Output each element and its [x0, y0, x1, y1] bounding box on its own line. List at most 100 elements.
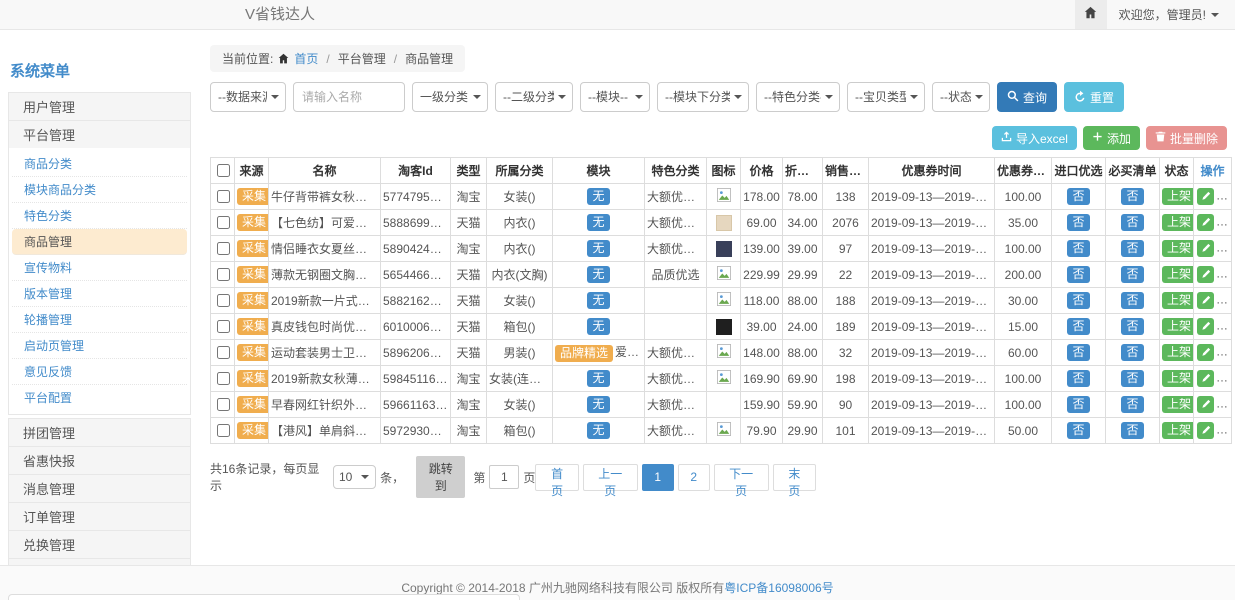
- sidebar-item-promo-materials[interactable]: 宣传物料: [12, 255, 187, 281]
- status-badge[interactable]: 上架: [1162, 214, 1194, 231]
- module-badge[interactable]: 无: [587, 422, 609, 439]
- row-checkbox[interactable]: [217, 372, 230, 385]
- filter-module-sub-select[interactable]: --模块下分类--: [657, 82, 749, 112]
- must-buy-toggle-badge[interactable]: 否: [1121, 422, 1143, 439]
- status-badge[interactable]: 上架: [1162, 422, 1194, 439]
- edit-button[interactable]: [1197, 318, 1214, 335]
- edit-button[interactable]: [1197, 214, 1214, 231]
- module-badge[interactable]: 无: [587, 188, 609, 205]
- row-checkbox[interactable]: [217, 242, 230, 255]
- sidebar-item-platform-management[interactable]: 平台管理: [8, 120, 191, 149]
- pager-page-1[interactable]: 1: [642, 464, 674, 491]
- must-buy-toggle-badge[interactable]: 否: [1121, 240, 1143, 257]
- edit-button[interactable]: [1197, 188, 1214, 205]
- sidebar-item-order-management[interactable]: 订单管理: [8, 502, 191, 531]
- edit-button[interactable]: [1197, 370, 1214, 387]
- pager-prev[interactable]: 上一页: [583, 464, 638, 491]
- must-buy-toggle-badge[interactable]: 否: [1121, 318, 1143, 335]
- sidebar-item-exchange-management[interactable]: 兑换管理: [8, 530, 191, 559]
- edit-button[interactable]: [1197, 292, 1214, 309]
- edit-button[interactable]: [1197, 240, 1214, 257]
- home-button[interactable]: [1075, 0, 1107, 29]
- row-checkbox[interactable]: [217, 190, 230, 203]
- edit-button[interactable]: [1197, 266, 1214, 283]
- module-badge[interactable]: 无: [587, 214, 609, 231]
- must-buy-toggle-badge[interactable]: 否: [1121, 370, 1143, 387]
- sidebar-item-group-buy-management[interactable]: 拼团管理: [8, 418, 191, 447]
- row-checkbox[interactable]: [217, 294, 230, 307]
- row-checkbox[interactable]: [217, 216, 230, 229]
- must-buy-toggle-badge[interactable]: 否: [1121, 292, 1143, 309]
- imported-toggle-badge[interactable]: 否: [1067, 422, 1089, 439]
- status-badge[interactable]: 上架: [1162, 344, 1194, 361]
- must-buy-toggle-badge[interactable]: 否: [1121, 396, 1143, 413]
- pager-next[interactable]: 下一页: [714, 464, 769, 491]
- imported-toggle-badge[interactable]: 否: [1067, 370, 1089, 387]
- module-badge[interactable]: 无: [587, 292, 609, 309]
- sidebar-item-feedback[interactable]: 意见反馈: [12, 359, 187, 385]
- jump-page-input[interactable]: [489, 465, 519, 489]
- imported-toggle-badge[interactable]: 否: [1067, 188, 1089, 205]
- filter-status-select[interactable]: --状态--: [932, 82, 990, 112]
- filter-item-type-select[interactable]: --宝贝类型--: [847, 82, 925, 112]
- pager-last[interactable]: 末页: [773, 464, 816, 491]
- sidebar-item-module-product-category[interactable]: 模块商品分类: [12, 177, 187, 203]
- must-buy-toggle-badge[interactable]: 否: [1121, 188, 1143, 205]
- batch-delete-button[interactable]: 批量删除: [1146, 126, 1227, 150]
- imported-toggle-badge[interactable]: 否: [1067, 240, 1089, 257]
- reset-button[interactable]: 重置: [1064, 82, 1124, 112]
- select-all-checkbox[interactable]: [217, 164, 230, 177]
- user-menu[interactable]: 欢迎您，管理员!: [1119, 6, 1219, 23]
- edit-button[interactable]: [1197, 396, 1214, 413]
- imported-toggle-badge[interactable]: 否: [1067, 318, 1089, 335]
- status-badge[interactable]: 上架: [1162, 266, 1194, 283]
- page-size-select[interactable]: 10: [333, 465, 376, 489]
- edit-button[interactable]: [1197, 422, 1214, 439]
- imported-toggle-badge[interactable]: 否: [1067, 396, 1089, 413]
- imported-toggle-badge[interactable]: 否: [1067, 214, 1089, 231]
- pager-page-2[interactable]: 2: [678, 464, 710, 491]
- sidebar-item-feature-category[interactable]: 特色分类: [12, 203, 187, 229]
- sidebar-item-savings-express[interactable]: 省惠快报: [8, 446, 191, 475]
- status-badge[interactable]: 上架: [1162, 292, 1194, 309]
- imported-toggle-badge[interactable]: 否: [1067, 292, 1089, 309]
- module-badge[interactable]: 无: [587, 318, 609, 335]
- sidebar-item-product-management[interactable]: 商品管理: [12, 229, 187, 255]
- filter-module-select[interactable]: --模块--: [580, 82, 650, 112]
- sidebar-item-settlement-management[interactable]: 结算管理: [8, 558, 191, 565]
- sidebar-item-version-management[interactable]: 版本管理: [12, 281, 187, 307]
- imported-toggle-badge[interactable]: 否: [1067, 266, 1089, 283]
- row-checkbox[interactable]: [217, 424, 230, 437]
- module-badge[interactable]: 无: [587, 370, 609, 387]
- status-badge[interactable]: 上架: [1162, 240, 1194, 257]
- sidebar-item-splash-page-management[interactable]: 启动页管理: [12, 333, 187, 359]
- status-badge[interactable]: 上架: [1162, 188, 1194, 205]
- status-badge[interactable]: 上架: [1162, 396, 1194, 413]
- module-badge[interactable]: 无: [587, 396, 609, 413]
- sidebar-item-product-category[interactable]: 商品分类: [12, 151, 187, 177]
- module-badge[interactable]: 品牌精选: [555, 345, 613, 362]
- row-checkbox[interactable]: [217, 320, 230, 333]
- module-badge[interactable]: 无: [587, 266, 609, 283]
- query-button[interactable]: 查询: [997, 82, 1057, 112]
- edit-button[interactable]: [1197, 344, 1214, 361]
- sidebar-item-message-management[interactable]: 消息管理: [8, 474, 191, 503]
- filter-feature-category-select[interactable]: --特色分类--: [756, 82, 840, 112]
- sidebar-item-platform-config[interactable]: 平台配置: [12, 385, 187, 411]
- filter-category-level2-select[interactable]: --二级分类--: [495, 82, 573, 112]
- breadcrumb-home-link[interactable]: 首页: [294, 50, 318, 67]
- status-badge[interactable]: 上架: [1162, 370, 1194, 387]
- jump-button[interactable]: 跳转到: [416, 456, 465, 498]
- status-badge[interactable]: 上架: [1162, 318, 1194, 335]
- add-button[interactable]: 添加: [1083, 126, 1140, 150]
- must-buy-toggle-badge[interactable]: 否: [1121, 214, 1143, 231]
- sidebar-item-user-management[interactable]: 用户管理: [8, 92, 191, 121]
- module-badge[interactable]: 无: [587, 240, 609, 257]
- filter-data-source-select[interactable]: --数据来源--: [210, 82, 286, 112]
- must-buy-toggle-badge[interactable]: 否: [1121, 266, 1143, 283]
- row-checkbox[interactable]: [217, 346, 230, 359]
- pager-first[interactable]: 首页: [535, 464, 578, 491]
- import-excel-button[interactable]: 导入excel: [992, 126, 1077, 150]
- sidebar-item-carousel-management[interactable]: 轮播管理: [12, 307, 187, 333]
- filter-name-input[interactable]: [293, 82, 405, 112]
